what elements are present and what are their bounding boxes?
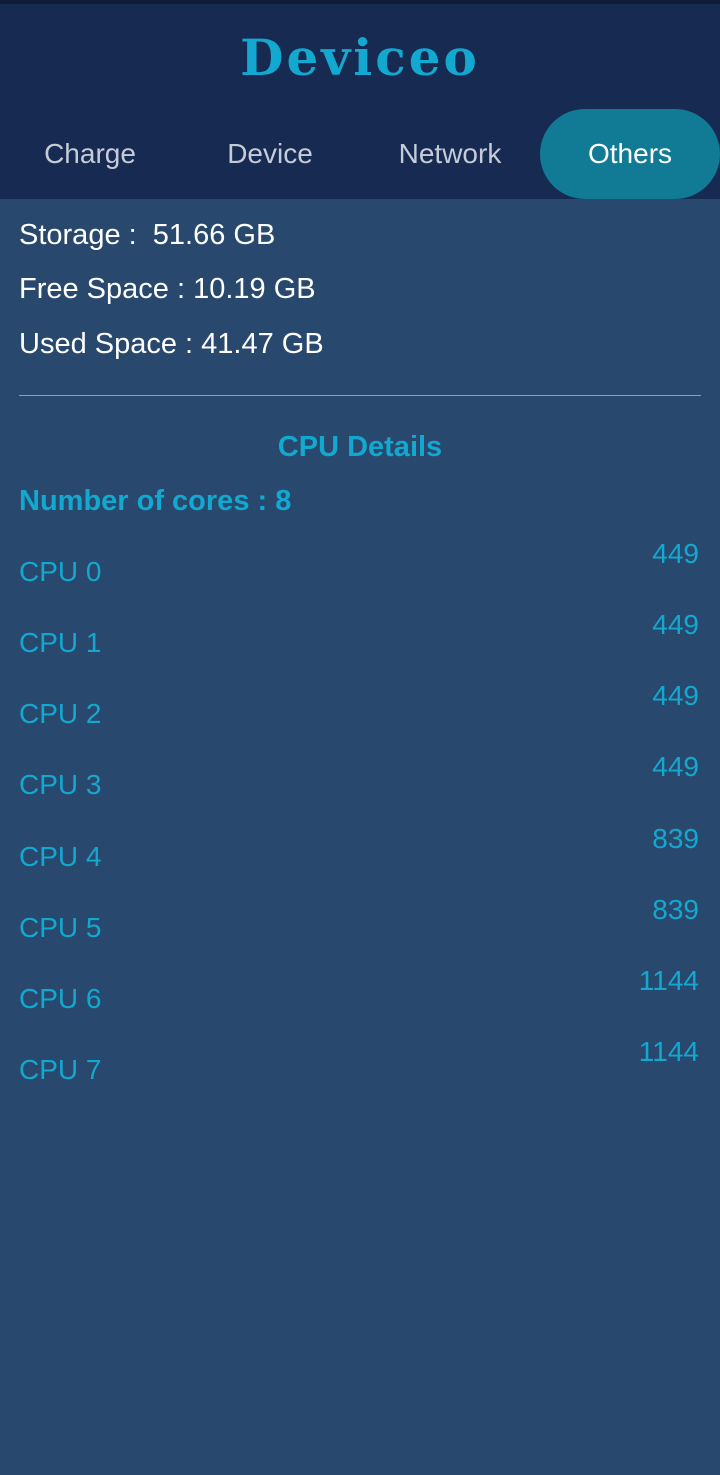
cpu-frequency: 449 (652, 680, 699, 711)
cpu-frequency: 1144 (638, 965, 699, 996)
cpu-row: CPU 6 1144 (0, 962, 720, 1033)
cpu-frequency: 449 (652, 538, 699, 569)
cpu-row: CPU 2 449 (0, 677, 720, 748)
tab-charge[interactable]: Charge (0, 109, 180, 199)
storage-free: Free Space : 10.19 GB (19, 273, 316, 305)
cpu-label: CPU 3 (19, 769, 102, 800)
cpu-row: CPU 7 1144 (0, 1033, 720, 1104)
tab-others[interactable]: Others (540, 109, 720, 199)
tab-bar: Charge Device Network Others (0, 109, 720, 199)
cpu-row: CPU 0 449 (0, 535, 720, 606)
cpu-frequency: 449 (652, 609, 699, 640)
cpu-label: CPU 5 (19, 912, 102, 943)
section-divider (19, 395, 701, 396)
cpu-label: CPU 4 (19, 841, 102, 872)
tab-network[interactable]: Network (360, 109, 540, 199)
cpu-details-title: CPU Details (277, 431, 443, 463)
cpu-label: CPU 1 (19, 627, 102, 658)
tab-device[interactable]: Device (180, 109, 360, 199)
app-header: Deviceo Charge Device Network Others (0, 4, 720, 199)
cpu-frequency: 1144 (638, 1036, 699, 1067)
cpu-label: CPU 2 (19, 698, 102, 729)
cpu-frequency: 449 (652, 751, 699, 782)
cpu-cores-count: Number of cores : 8 (19, 485, 292, 517)
cpu-frequency: 839 (652, 823, 699, 854)
app-title: Deviceo (240, 28, 480, 87)
cpu-label: CPU 6 (19, 983, 102, 1014)
cpu-label: CPU 7 (19, 1054, 102, 1085)
cpu-label: CPU 0 (19, 556, 102, 587)
cpu-frequency: 839 (652, 894, 699, 925)
cpu-row: CPU 1 449 (0, 606, 720, 677)
storage-total: Storage : 51.66 GB (19, 219, 276, 251)
cpu-row: CPU 3 449 (0, 748, 720, 819)
storage-used: Used Space : 41.47 GB (19, 328, 324, 360)
cpu-row: CPU 4 839 (0, 820, 720, 891)
cpu-row: CPU 5 839 (0, 891, 720, 962)
